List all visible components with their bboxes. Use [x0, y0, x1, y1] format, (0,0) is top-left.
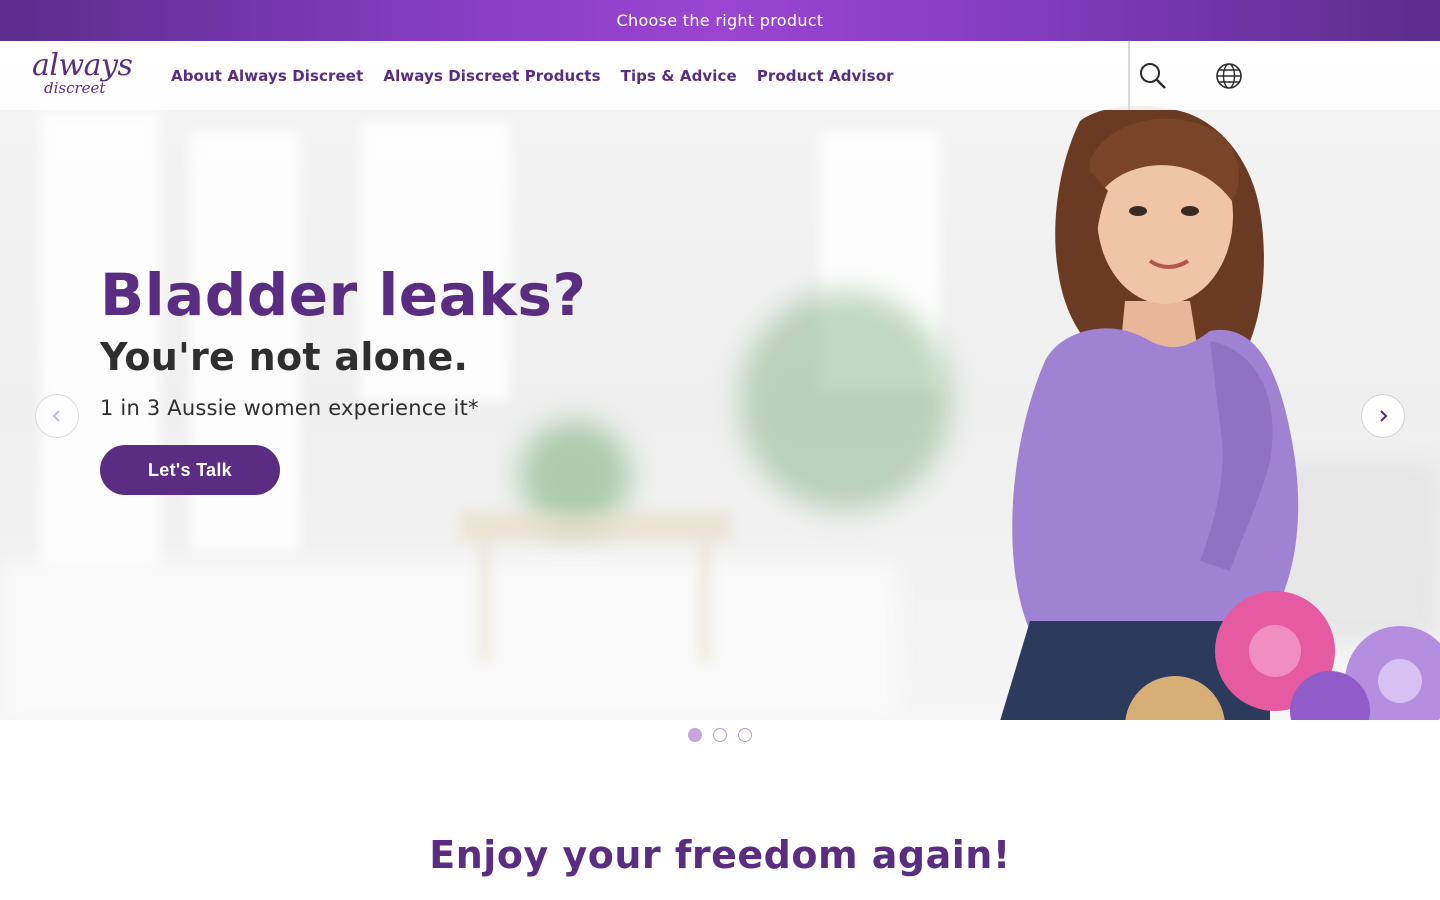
hero-subtitle: You're not alone. [100, 335, 469, 379]
nav-product-advisor[interactable]: Product Advisor [757, 67, 894, 85]
header-divider [1128, 41, 1130, 110]
language-selector-button[interactable] [1214, 61, 1244, 91]
search-icon [1140, 63, 1166, 89]
carousel-dot-3[interactable] [738, 728, 752, 742]
site-header: always discreet About Always Discreet Al… [0, 41, 1440, 110]
carousel-prev-button[interactable] [35, 394, 79, 438]
nav-always-discreet-products[interactable]: Always Discreet Products [383, 67, 600, 85]
carousel-pagination [688, 728, 752, 742]
nav-tips-advice[interactable]: Tips & Advice [621, 67, 737, 85]
promo-bar: Choose the right product [0, 0, 1440, 41]
always-discreet-logo[interactable]: always discreet [32, 48, 133, 101]
search-button[interactable] [1138, 61, 1168, 91]
nav-about-always-discreet[interactable]: About Always Discreet [171, 67, 363, 85]
hero-content: Bladder leaks? You're not alone. 1 in 3 … [100, 261, 800, 495]
hero-title: Bladder leaks? [100, 261, 587, 329]
hero-banner: Bladder leaks? You're not alone. 1 in 3 … [0, 41, 1440, 720]
globe-icon [1216, 63, 1242, 89]
background-table-leg [480, 541, 490, 661]
choose-right-product-link[interactable]: Choose the right product [617, 11, 824, 30]
lets-talk-button[interactable]: Let's Talk [100, 445, 280, 495]
background-floor [0, 561, 900, 720]
chevron-left-icon [52, 410, 60, 422]
main-nav: About Always Discreet Always Discreet Pr… [171, 41, 894, 110]
section-title: Enjoy your freedom again! [429, 833, 1011, 877]
background-table [460, 511, 730, 541]
hero-stat: 1 in 3 Aussie women experience it* [100, 396, 479, 420]
background-table-leg [700, 541, 710, 661]
logo-text-top: always [32, 48, 133, 83]
carousel-next-button[interactable] [1361, 394, 1405, 438]
logo-text-bottom: discreet [44, 79, 106, 97]
carousel-dot-2[interactable] [713, 728, 727, 742]
carousel-dot-1[interactable] [688, 728, 702, 742]
chevron-right-icon [1380, 410, 1388, 422]
